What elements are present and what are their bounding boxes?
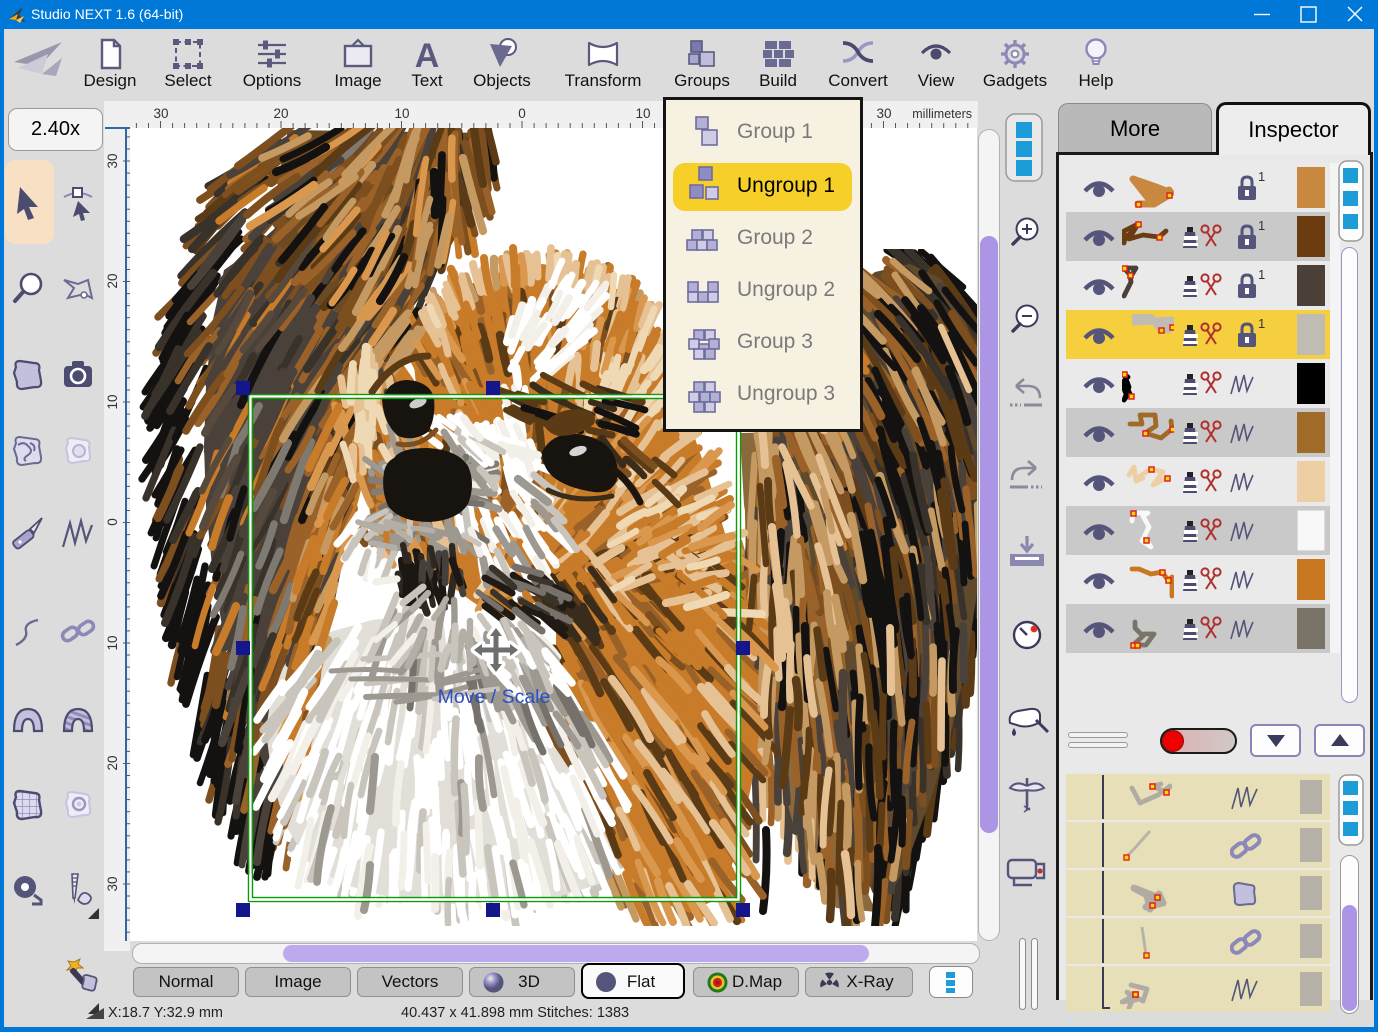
svg-text:20: 20 — [273, 106, 288, 121]
svg-text:10: 10 — [105, 635, 120, 650]
svg-text:A: A — [415, 37, 440, 71]
svg-text:20: 20 — [105, 755, 120, 770]
svg-text:10: 10 — [635, 106, 650, 121]
svg-text:20: 20 — [105, 273, 120, 288]
svg-text:30: 30 — [876, 106, 891, 121]
svg-text:30: 30 — [105, 153, 120, 168]
svg-text:millimeters: millimeters — [912, 107, 972, 121]
svg-text:30: 30 — [105, 876, 120, 891]
svg-text:10: 10 — [105, 394, 120, 409]
svg-text:Move / Scale: Move / Scale — [438, 686, 551, 708]
svg-text:10: 10 — [394, 106, 409, 121]
svg-text:0: 0 — [518, 106, 526, 121]
svg-text:0: 0 — [105, 518, 120, 526]
svg-text:30: 30 — [153, 106, 168, 121]
